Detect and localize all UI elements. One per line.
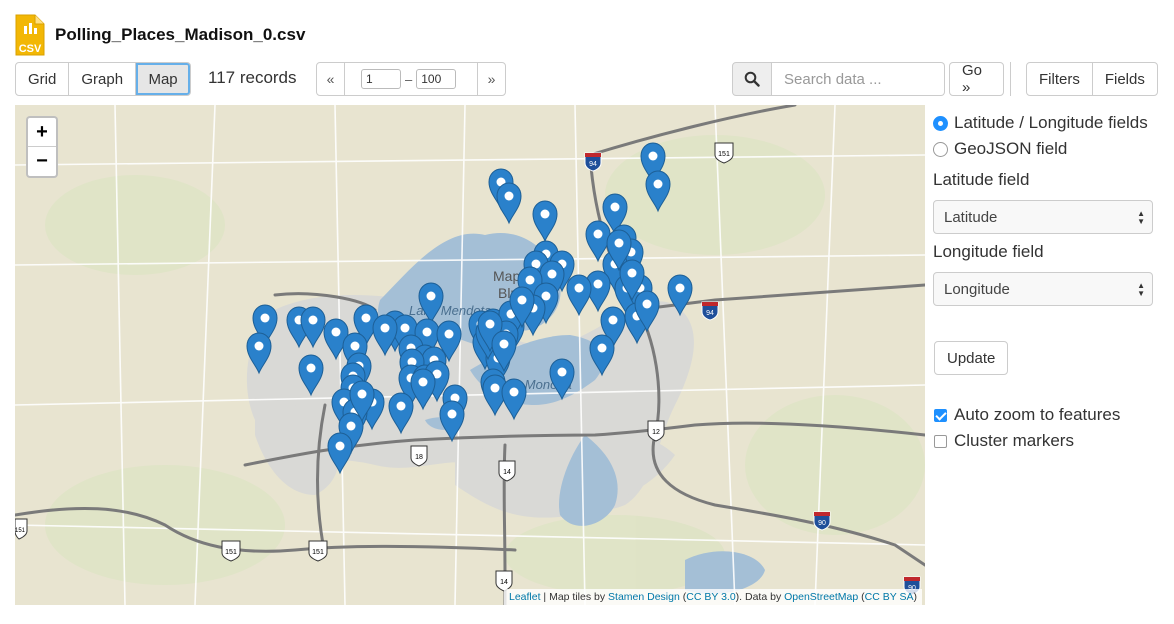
search-group (732, 62, 945, 96)
grid-view-button[interactable]: Grid (15, 62, 70, 96)
latitude-field-label: Latitude field (933, 170, 1030, 189)
csv-file-icon: CSV (15, 14, 45, 56)
cc-by-link[interactable]: CC BY 3.0 (686, 591, 735, 603)
svg-text:18: 18 (415, 454, 423, 461)
page-range-separator: – (405, 71, 413, 87)
filters-fields-group: Filters Fields (1026, 62, 1158, 96)
go-button[interactable]: Go » (949, 62, 1004, 96)
pager: « 1 – 100 » (316, 62, 506, 96)
latitude-select[interactable]: Latitude ▲ ▼ (933, 200, 1153, 234)
geojson-radio[interactable] (933, 141, 948, 157)
svg-text:94: 94 (706, 310, 714, 317)
csv-icon-text: CSV (19, 43, 42, 55)
map-tiles[interactable]: Maple Bluff Lake Mendota Lake Monona 94 … (15, 105, 925, 605)
interstate-90-shield: 90 (813, 511, 831, 531)
attribution-text: | Map tiles by (540, 591, 609, 603)
us-151-shield-southwest: 151 (221, 540, 241, 562)
longitude-select[interactable]: Longitude ▲ ▼ (933, 272, 1153, 306)
svg-text:14: 14 (503, 469, 511, 476)
svg-text:12: 12 (652, 429, 660, 436)
filters-button[interactable]: Filters (1026, 62, 1093, 96)
cluster-markers-checkbox[interactable] (934, 434, 947, 448)
page-to-input[interactable]: 100 (416, 69, 457, 89)
svg-text:151: 151 (15, 528, 26, 534)
title-row: CSV Polling_Places_Madison_0.csv (15, 14, 305, 56)
fields-button[interactable]: Fields (1091, 62, 1158, 96)
cluster-markers-option[interactable]: Cluster markers (934, 429, 1074, 453)
interstate-94-shield: 94 (584, 152, 602, 172)
auto-zoom-label: Auto zoom to features (954, 405, 1121, 424)
longitude-field-label: Longitude field (933, 242, 1044, 261)
us-151-shield-north: 151 (714, 142, 734, 164)
svg-text:151: 151 (718, 151, 730, 158)
attribution-text: ). Data by (735, 591, 785, 603)
cluster-markers-label: Cluster markers (954, 431, 1074, 450)
map-view[interactable]: Maple Bluff Lake Mendota Lake Monona 94 … (15, 105, 925, 605)
file-name: Polling_Places_Madison_0.csv (55, 25, 306, 44)
geojson-radio-option[interactable]: GeoJSON field (933, 136, 1158, 162)
latlon-radio[interactable] (933, 115, 948, 131)
auto-zoom-checkbox[interactable] (934, 408, 947, 422)
toolbar-divider (1010, 62, 1011, 96)
osm-link[interactable]: OpenStreetMap (784, 591, 858, 603)
search-icon[interactable] (732, 62, 772, 96)
prev-page-button[interactable]: « (317, 63, 345, 95)
auto-zoom-option[interactable]: Auto zoom to features (934, 403, 1120, 427)
us-12-shield: 12 (647, 420, 665, 442)
graph-view-button[interactable]: Graph (68, 62, 137, 96)
zoom-control: + − (26, 116, 58, 178)
map-attribution: Leaflet | Map tiles by Stamen Design ( C… (503, 589, 922, 605)
latlon-radio-option[interactable]: Latitude / Longitude fields (933, 110, 1158, 136)
geojson-radio-label: GeoJSON field (954, 139, 1068, 158)
cc-by-sa-link[interactable]: CC BY SA (865, 591, 914, 603)
stamen-link[interactable]: Stamen Design (608, 591, 680, 603)
svg-text:94: 94 (589, 161, 597, 168)
us-14-shield-south: 14 (495, 570, 513, 592)
view-switcher: Grid Graph Map (15, 62, 192, 96)
us-14-shield-north: 14 (498, 460, 516, 482)
select-arrows-icon: ▲ ▼ (1137, 209, 1145, 226)
interstate-94-shield-east: 94 (701, 301, 719, 321)
latlon-radio-label: Latitude / Longitude fields (954, 113, 1148, 132)
longitude-select-value: Longitude (944, 280, 1010, 298)
svg-text:90: 90 (818, 520, 826, 527)
attribution-text: ) (913, 591, 918, 603)
svg-text:151: 151 (312, 549, 324, 556)
map-view-button[interactable]: Map (135, 62, 192, 96)
zoom-in-button[interactable]: + (28, 118, 56, 147)
svg-text:14: 14 (500, 579, 508, 586)
page-from-input[interactable]: 1 (361, 69, 401, 89)
latitude-select-value: Latitude (944, 208, 998, 226)
leaflet-link[interactable]: Leaflet (509, 591, 541, 603)
svg-text:151: 151 (225, 549, 237, 556)
zoom-out-button[interactable]: − (28, 147, 56, 176)
select-arrows-icon: ▲ ▼ (1137, 281, 1145, 298)
next-page-button[interactable]: » (477, 63, 505, 95)
us-18-shield: 18 (410, 445, 428, 467)
us-151-shield-west: 151 (308, 540, 328, 562)
search-input[interactable] (772, 62, 945, 96)
map-settings-panel: Latitude / Longitude fields GeoJSON fiel… (933, 110, 1158, 306)
record-count: 117 records (208, 68, 297, 87)
update-button[interactable]: Update (934, 341, 1009, 375)
